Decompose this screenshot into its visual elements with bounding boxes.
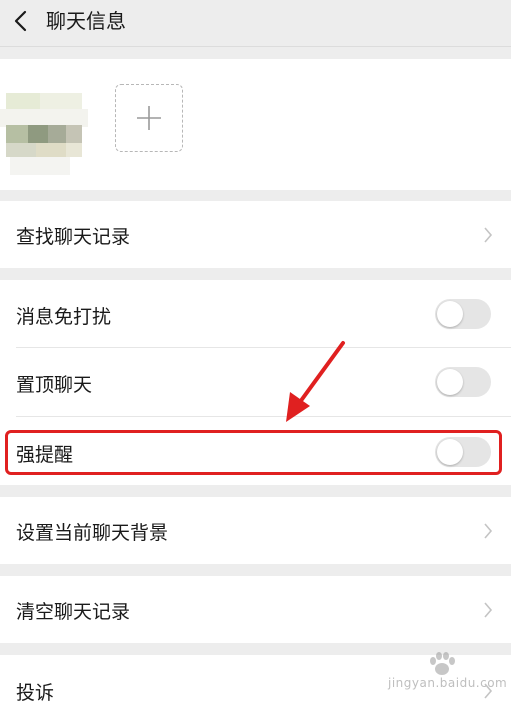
red-arrow-icon — [286, 341, 345, 422]
chat-background-row[interactable]: 设置当前聊天背景 — [0, 497, 511, 564]
toggle-knob — [437, 369, 463, 395]
clear-history-row[interactable]: 清空聊天记录 — [0, 576, 511, 643]
clear-history-label: 清空聊天记录 — [16, 601, 131, 623]
highlight-box — [5, 430, 502, 475]
chevron-right-icon — [484, 523, 493, 539]
chevron-right-icon — [484, 227, 493, 243]
toggle-knob — [437, 301, 463, 327]
plus-icon — [137, 106, 161, 130]
baidu-watermark: jingyan.baidu.com — [388, 652, 508, 702]
mute-toggle[interactable] — [435, 299, 491, 329]
complain-label: 投诉 — [16, 682, 55, 704]
member-avatar[interactable] — [0, 79, 88, 183]
header-divider — [0, 46, 511, 47]
page-title: 聊天信息 — [46, 9, 126, 33]
chevron-right-icon — [484, 602, 493, 618]
members-section — [0, 59, 511, 190]
search-history-row[interactable]: 查找聊天记录 — [0, 201, 511, 268]
pin-label: 置顶聊天 — [16, 374, 93, 396]
paw-logo-icon — [430, 652, 455, 675]
search-history-label: 查找聊天记录 — [16, 226, 131, 248]
row-divider — [16, 416, 511, 417]
chat-background-label: 设置当前聊天背景 — [16, 522, 169, 544]
pin-toggle[interactable] — [435, 367, 491, 397]
row-divider — [16, 347, 511, 348]
add-member-button[interactable] — [115, 84, 183, 152]
mute-label: 消息免打扰 — [16, 306, 112, 328]
nav-bar: 聊天信息 — [0, 0, 511, 46]
back-chevron-icon[interactable] — [8, 6, 34, 36]
watermark-text: jingyan.baidu.com — [388, 676, 508, 690]
